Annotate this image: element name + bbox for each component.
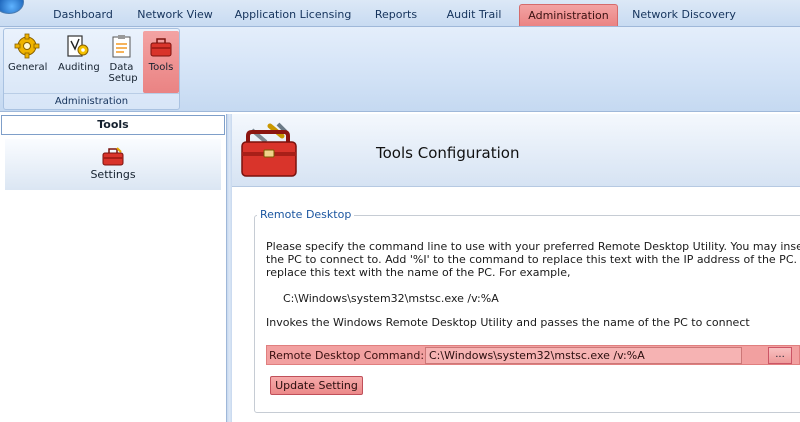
ribbon-button-data-setup[interactable]: Data Setup	[105, 31, 138, 93]
tab-application-licensing[interactable]: Application Licensing	[228, 4, 358, 26]
example-command: C:\Windows\system32\mstsc.exe /v:%A	[283, 292, 499, 305]
ribbon-button-auditing[interactable]: Auditing	[58, 31, 100, 93]
description-line: replace this text with the name of the P…	[266, 266, 571, 279]
ribbon-button-tools[interactable]: Tools	[143, 31, 179, 93]
section-legend: Remote Desktop	[257, 208, 355, 221]
toolbox-icon	[150, 38, 172, 57]
tab-reports[interactable]: Reports	[362, 4, 430, 26]
remote-desktop-command-input[interactable]	[425, 347, 742, 364]
page-title: Tools Configuration	[376, 144, 520, 162]
app-logo-icon[interactable]	[0, 0, 24, 14]
left-panel-header[interactable]: Tools	[1, 115, 225, 135]
toolbox-icon	[102, 147, 124, 166]
ribbon-group-administration: General Auditing Data Setup Tools Admini…	[3, 28, 180, 110]
ribbon-button-label: Tools	[148, 62, 174, 73]
ribbon: General Auditing Data Setup Tools Admini…	[0, 27, 800, 112]
tab-administration[interactable]: Administration	[519, 4, 618, 26]
ribbon-button-general[interactable]: General	[8, 31, 48, 93]
main-header: Tools Configuration	[232, 114, 800, 187]
tab-network-discovery[interactable]: Network Discovery	[622, 4, 746, 26]
description-line: the PC to connect to. Add '%I' to the co…	[266, 253, 800, 266]
example-note: Invokes the Windows Remote Desktop Utili…	[266, 316, 750, 329]
browse-button[interactable]: ...	[768, 347, 792, 364]
gear-icon	[14, 33, 40, 59]
remote-desktop-command-row: Remote Desktop Command: ...	[266, 345, 800, 365]
clipboard-icon	[112, 35, 130, 58]
update-setting-button[interactable]: Update Setting	[270, 376, 363, 395]
main-content: Tools Configuration Remote Desktop Pleas…	[232, 114, 800, 422]
audit-icon	[67, 35, 89, 57]
ribbon-button-label: Data Setup	[108, 62, 138, 84]
ribbon-group-caption: Administration	[4, 93, 179, 108]
section-description: Please specify the command line to use w…	[266, 240, 800, 279]
ribbon-button-label: Auditing	[58, 62, 100, 73]
description-line: Please specify the command line to use w…	[266, 240, 800, 253]
tab-network-view[interactable]: Network View	[128, 4, 222, 26]
tab-audit-trail[interactable]: Audit Trail	[432, 4, 516, 26]
tab-dashboard[interactable]: Dashboard	[40, 4, 126, 26]
left-navigation-panel: Tools Settings	[0, 114, 226, 422]
toolbox-icon	[241, 122, 297, 177]
left-panel-item-settings[interactable]: Settings	[5, 139, 221, 190]
remote-desktop-command-label: Remote Desktop Command:	[269, 349, 425, 362]
main-tab-bar: Dashboard Network View Application Licen…	[0, 0, 800, 27]
left-panel-item-label: Settings	[90, 168, 136, 181]
ribbon-button-label: General	[8, 62, 48, 73]
